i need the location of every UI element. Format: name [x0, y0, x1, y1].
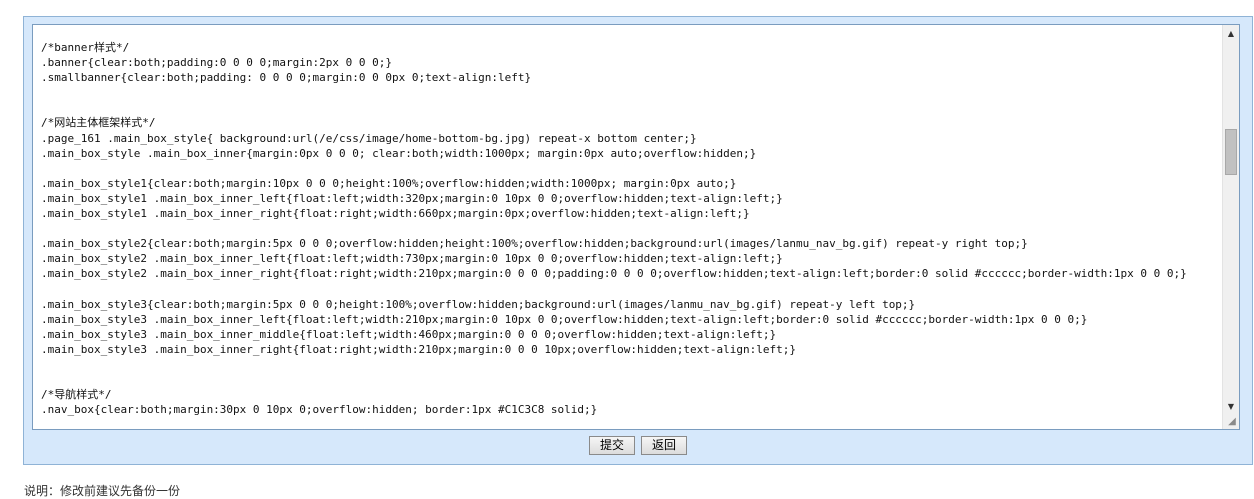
code-line: .nav_box{clear:both;margin:30px 0 10px 0… [41, 403, 598, 417]
code-line: .main_box_style2{clear:both;margin:5px 0… [41, 237, 1028, 251]
code-line: .page_161 .main_box_style{ background:ur… [41, 131, 697, 145]
code-line: .banner{clear:both;padding:0 0 0 0;margi… [41, 56, 392, 70]
code-line: .main_box_style1 .main_box_inner_right{f… [41, 207, 750, 221]
code-line: .main_box_style2 .main_box_inner_left{fl… [41, 252, 783, 266]
submit-button[interactable]: 提交 [588, 436, 635, 455]
form-actions: 提交 返回 [24, 436, 1252, 456]
code-line: .main_box_style1 .main_box_inner_left{fl… [41, 191, 783, 205]
code-line: .main_box_style3{clear:both;margin:5px 0… [41, 297, 916, 311]
code-line: .smallbanner{clear:both;padding: 0 0 0 0… [41, 71, 532, 85]
code-line: .main_box_style1{clear:both;margin:10px … [41, 176, 737, 190]
resize-grip-icon[interactable]: ◢ [1225, 415, 1239, 429]
code-line: /*banner样式*/ [41, 41, 130, 54]
back-button[interactable]: 返回 [641, 436, 688, 455]
vertical-scrollbar[interactable]: ▲ ▼ [1222, 25, 1239, 429]
code-line: .main_box_style2 .main_box_inner_right{f… [41, 267, 1187, 281]
scrollbar-thumb[interactable] [1225, 129, 1237, 175]
scroll-up-arrow-icon[interactable]: ▲ [1223, 25, 1239, 42]
code-line: .main_box_style3 .main_box_inner_right{f… [41, 342, 796, 356]
code-content[interactable]: /*banner样式*/ .banner{clear:both;padding:0… [33, 25, 1221, 429]
code-line: /*网站主体框架样式*/ [41, 116, 156, 130]
code-line: .main_box_style3 .main_box_inner_left{fl… [41, 312, 1088, 326]
edit-panel: /*banner样式*/ .banner{clear:both;padding:0… [23, 16, 1253, 465]
scroll-down-arrow-icon[interactable]: ▼ [1223, 398, 1239, 415]
code-line: .main_box_style .main_box_inner{margin:0… [41, 146, 757, 160]
code-line: .main_box_style3 .main_box_inner_middle{… [41, 327, 777, 341]
code-line: /*导航样式*/ [41, 388, 112, 402]
css-code-textarea[interactable]: /*banner样式*/ .banner{clear:both;padding:0… [32, 24, 1240, 430]
